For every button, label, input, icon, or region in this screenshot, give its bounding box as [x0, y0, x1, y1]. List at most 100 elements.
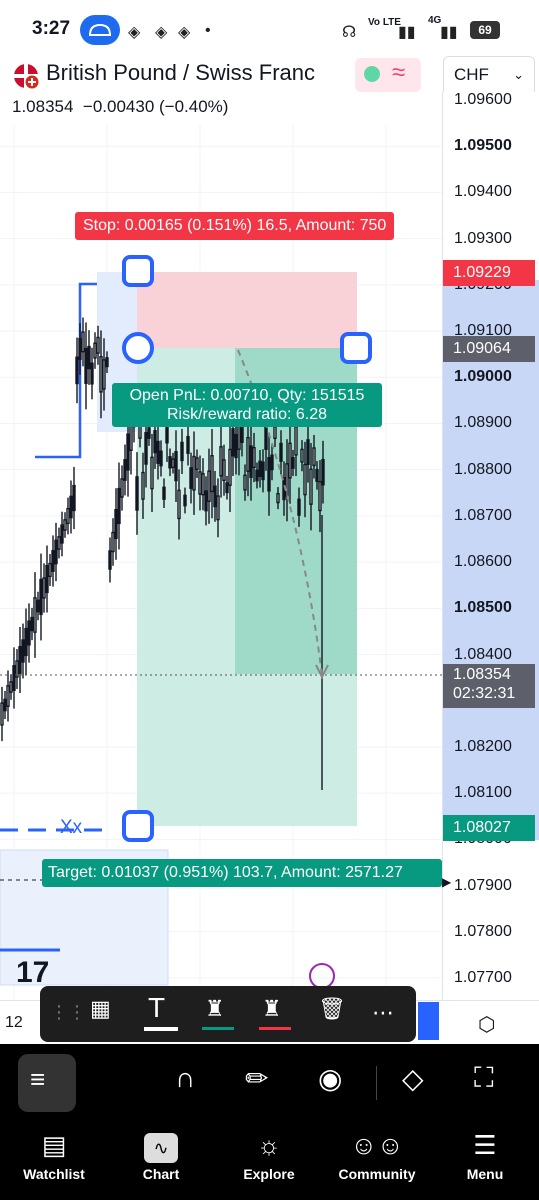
- text-icon[interactable]: T: [148, 992, 165, 1024]
- layers-icon[interactable]: ◇: [402, 1062, 424, 1095]
- more-icon[interactable]: ⋯: [372, 1000, 394, 1026]
- price-axis-label: 1.08700: [454, 506, 512, 524]
- candle-body: [60, 524, 64, 544]
- candle-body: [189, 467, 193, 489]
- drag-handle-icon[interactable]: ⋮⋮: [50, 1002, 86, 1023]
- currency-select[interactable]: CHF ⌄: [443, 56, 535, 96]
- price-axis-label: 1.08500: [454, 599, 512, 617]
- candle-body: [216, 495, 220, 521]
- watchlist-icon: ▤: [41, 1130, 67, 1160]
- candle-body: [36, 599, 40, 613]
- width-handle[interactable]: [340, 332, 372, 364]
- nav-item-menu[interactable]: ☰ Menu: [440, 1130, 530, 1184]
- fullscreen-icon[interactable]: ⛶: [474, 1062, 494, 1095]
- price-axis-label: 1.09600: [454, 91, 512, 108]
- price-axis-label: 1.07800: [454, 922, 512, 940]
- chart-toolbar: [0, 1044, 539, 1122]
- delete-icon[interactable]: 🗑: [318, 996, 346, 1022]
- candle-body: [54, 539, 58, 565]
- flag-icon: [14, 64, 40, 90]
- nav-item-community[interactable]: ☺☺ Community: [332, 1130, 422, 1184]
- candle-body: [180, 441, 184, 462]
- open-pnl: Open PnL: 0.00710, Qty: 151515: [129, 387, 365, 404]
- candle-body: [117, 487, 121, 525]
- symbol-title[interactable]: British Pound / Swiss Franc: [46, 60, 315, 86]
- candle-body: [186, 435, 190, 454]
- candle-body: [312, 447, 316, 467]
- toolbar-divider: [376, 1066, 377, 1100]
- candle-body: [321, 458, 325, 486]
- entry-handle[interactable]: [122, 332, 154, 364]
- candle-body: [261, 461, 265, 481]
- candle-body: [102, 359, 106, 390]
- candle-body: [246, 437, 250, 472]
- candle-body: [114, 508, 118, 540]
- target-handle[interactable]: [122, 810, 154, 842]
- bar-countdown: 02:32:31: [453, 685, 516, 702]
- candle-body: [75, 356, 79, 385]
- magnet-icon[interactable]: ∩: [175, 1062, 195, 1094]
- candle-body: [9, 681, 13, 693]
- game-icon: ◈: [128, 24, 141, 41]
- stop-zone: [137, 272, 357, 348]
- time-range-highlight: [418, 1002, 439, 1040]
- candle-body: [126, 433, 130, 471]
- candle-body: [303, 463, 307, 496]
- candle-body: [219, 446, 223, 477]
- stop-handle[interactable]: [122, 255, 154, 287]
- nav-item-watchlist[interactable]: ▤ Watchlist: [9, 1130, 99, 1184]
- candle-body: [252, 446, 256, 469]
- signal-icon: ▮▮: [398, 24, 416, 41]
- candle-body: [63, 519, 67, 531]
- target-price-tag: 1.08027: [443, 815, 535, 841]
- candle-body: [81, 331, 85, 353]
- candle-body: [111, 531, 115, 553]
- candle-body: [285, 463, 289, 498]
- candle-body: [96, 336, 100, 354]
- candle-body: [204, 490, 208, 512]
- candle-body: [171, 458, 175, 468]
- community-icon: ☺☺: [350, 1130, 404, 1160]
- candle-body: [213, 485, 217, 508]
- fill-color-icon[interactable]: ♜: [205, 996, 225, 1022]
- flash-icon[interactable]: [309, 963, 335, 989]
- candle-body: [51, 550, 55, 572]
- candle-body: [300, 448, 304, 463]
- price-axis-label: 1.08400: [454, 645, 512, 663]
- lock-drawing-icon[interactable]: ✏: [245, 1062, 268, 1095]
- price-axis-label: 1.07900: [454, 876, 512, 894]
- candle-body: [87, 345, 91, 370]
- status-bar: 3:27 ◈ ◈ ◈ • ☊ Vo LTE ▮▮ 4G ▮▮ 69: [0, 0, 539, 50]
- nav-item-explore[interactable]: ☼ Explore: [224, 1130, 314, 1184]
- price-change: −0.00430 (−0.40%): [82, 97, 229, 116]
- candle-body: [120, 478, 124, 498]
- candle-body: [276, 492, 280, 504]
- candle-body: [291, 457, 295, 469]
- candle-body: [30, 616, 34, 632]
- candle-body: [183, 494, 187, 507]
- line-color-icon[interactable]: ♜: [262, 996, 282, 1022]
- candle-body: [39, 578, 43, 616]
- object-tree-icon[interactable]: ▦: [90, 996, 111, 1022]
- drawings-button[interactable]: [18, 1054, 76, 1112]
- candle-body: [12, 665, 16, 691]
- cloud-icon: [80, 15, 120, 45]
- eye-icon[interactable]: ◉: [318, 1062, 342, 1095]
- candle-body: [228, 448, 232, 486]
- candle-body: [18, 646, 22, 674]
- last-price: 1.08354: [12, 97, 74, 116]
- candle-body: [105, 357, 109, 368]
- candle-body: [0, 702, 4, 726]
- price-axis-label: 1.08900: [454, 414, 512, 432]
- time-label: 12: [5, 1014, 23, 1031]
- settings-icon[interactable]: ⬡: [478, 1012, 495, 1037]
- drawing-text[interactable]: Xx: [60, 817, 82, 839]
- candle-body: [255, 469, 259, 482]
- candle-body: [297, 498, 301, 516]
- candle-body: [225, 482, 229, 494]
- candle-body: [138, 425, 142, 439]
- nav-item-chart[interactable]: ∿ Chart: [116, 1130, 206, 1184]
- candle-body: [66, 507, 70, 525]
- candle-body: [315, 468, 319, 482]
- candle-body: [84, 347, 88, 384]
